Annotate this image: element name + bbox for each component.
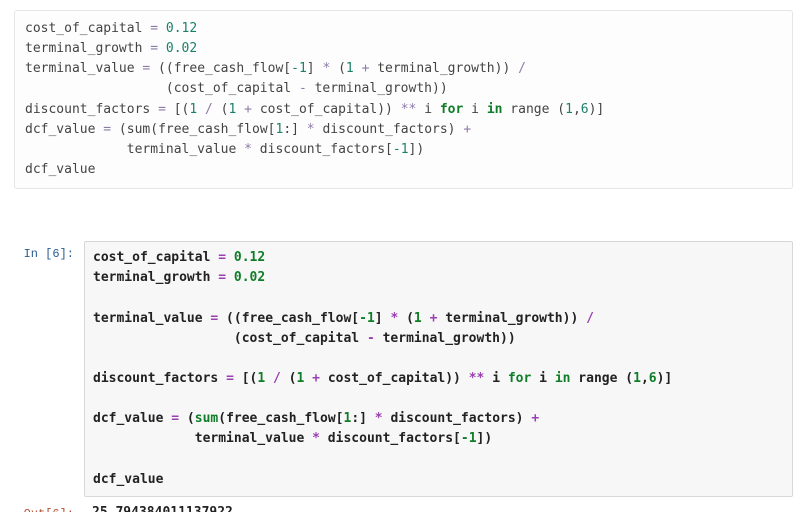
code-line: cost_of_capital = 0.12 <box>93 250 265 265</box>
code-line: discount_factors = [(1 / (1 + cost_of_ca… <box>93 371 672 386</box>
jupyter-input-cell: In [6]: cost_of_capital = 0.12 terminal_… <box>14 241 793 497</box>
input-code-area[interactable]: cost_of_capital = 0.12 terminal_growth =… <box>84 241 793 497</box>
code-line: terminal_value * discount_factors[-1]) <box>93 431 492 446</box>
code-line: terminal_growth = 0.02 <box>93 270 265 285</box>
code-block-top: cost_of_capital = 0.12 terminal_growth =… <box>14 10 793 189</box>
output-prompt: Out[6]: <box>14 501 84 512</box>
output-value: 25.794384011137922 <box>84 501 793 512</box>
code-line: dcf_value = (sum(free_cash_flow[1:] * di… <box>25 122 471 137</box>
code-line: (cost_of_capital - terminal_growth)) <box>25 81 448 96</box>
code-line: dcf_value = (sum(free_cash_flow[1:] * di… <box>93 411 539 426</box>
page: cost_of_capital = 0.12 terminal_growth =… <box>0 0 807 512</box>
code-line: discount_factors = [(1 / (1 + cost_of_ca… <box>25 102 604 117</box>
code-line: terminal_value * discount_factors[-1]) <box>25 142 424 157</box>
code-line: terminal_growth = 0.02 <box>25 41 197 56</box>
input-prompt: In [6]: <box>14 241 84 261</box>
code-line: dcf_value <box>25 162 95 177</box>
code-line: terminal_value = ((free_cash_flow[-1] * … <box>25 61 526 76</box>
code-line: dcf_value <box>93 472 163 487</box>
code-line: (cost_of_capital - terminal_growth)) <box>93 331 516 346</box>
code-line: terminal_value = ((free_cash_flow[-1] * … <box>93 311 594 326</box>
code-line: cost_of_capital = 0.12 <box>25 21 197 36</box>
jupyter-output-cell: Out[6]: 25.794384011137922 <box>14 501 793 512</box>
